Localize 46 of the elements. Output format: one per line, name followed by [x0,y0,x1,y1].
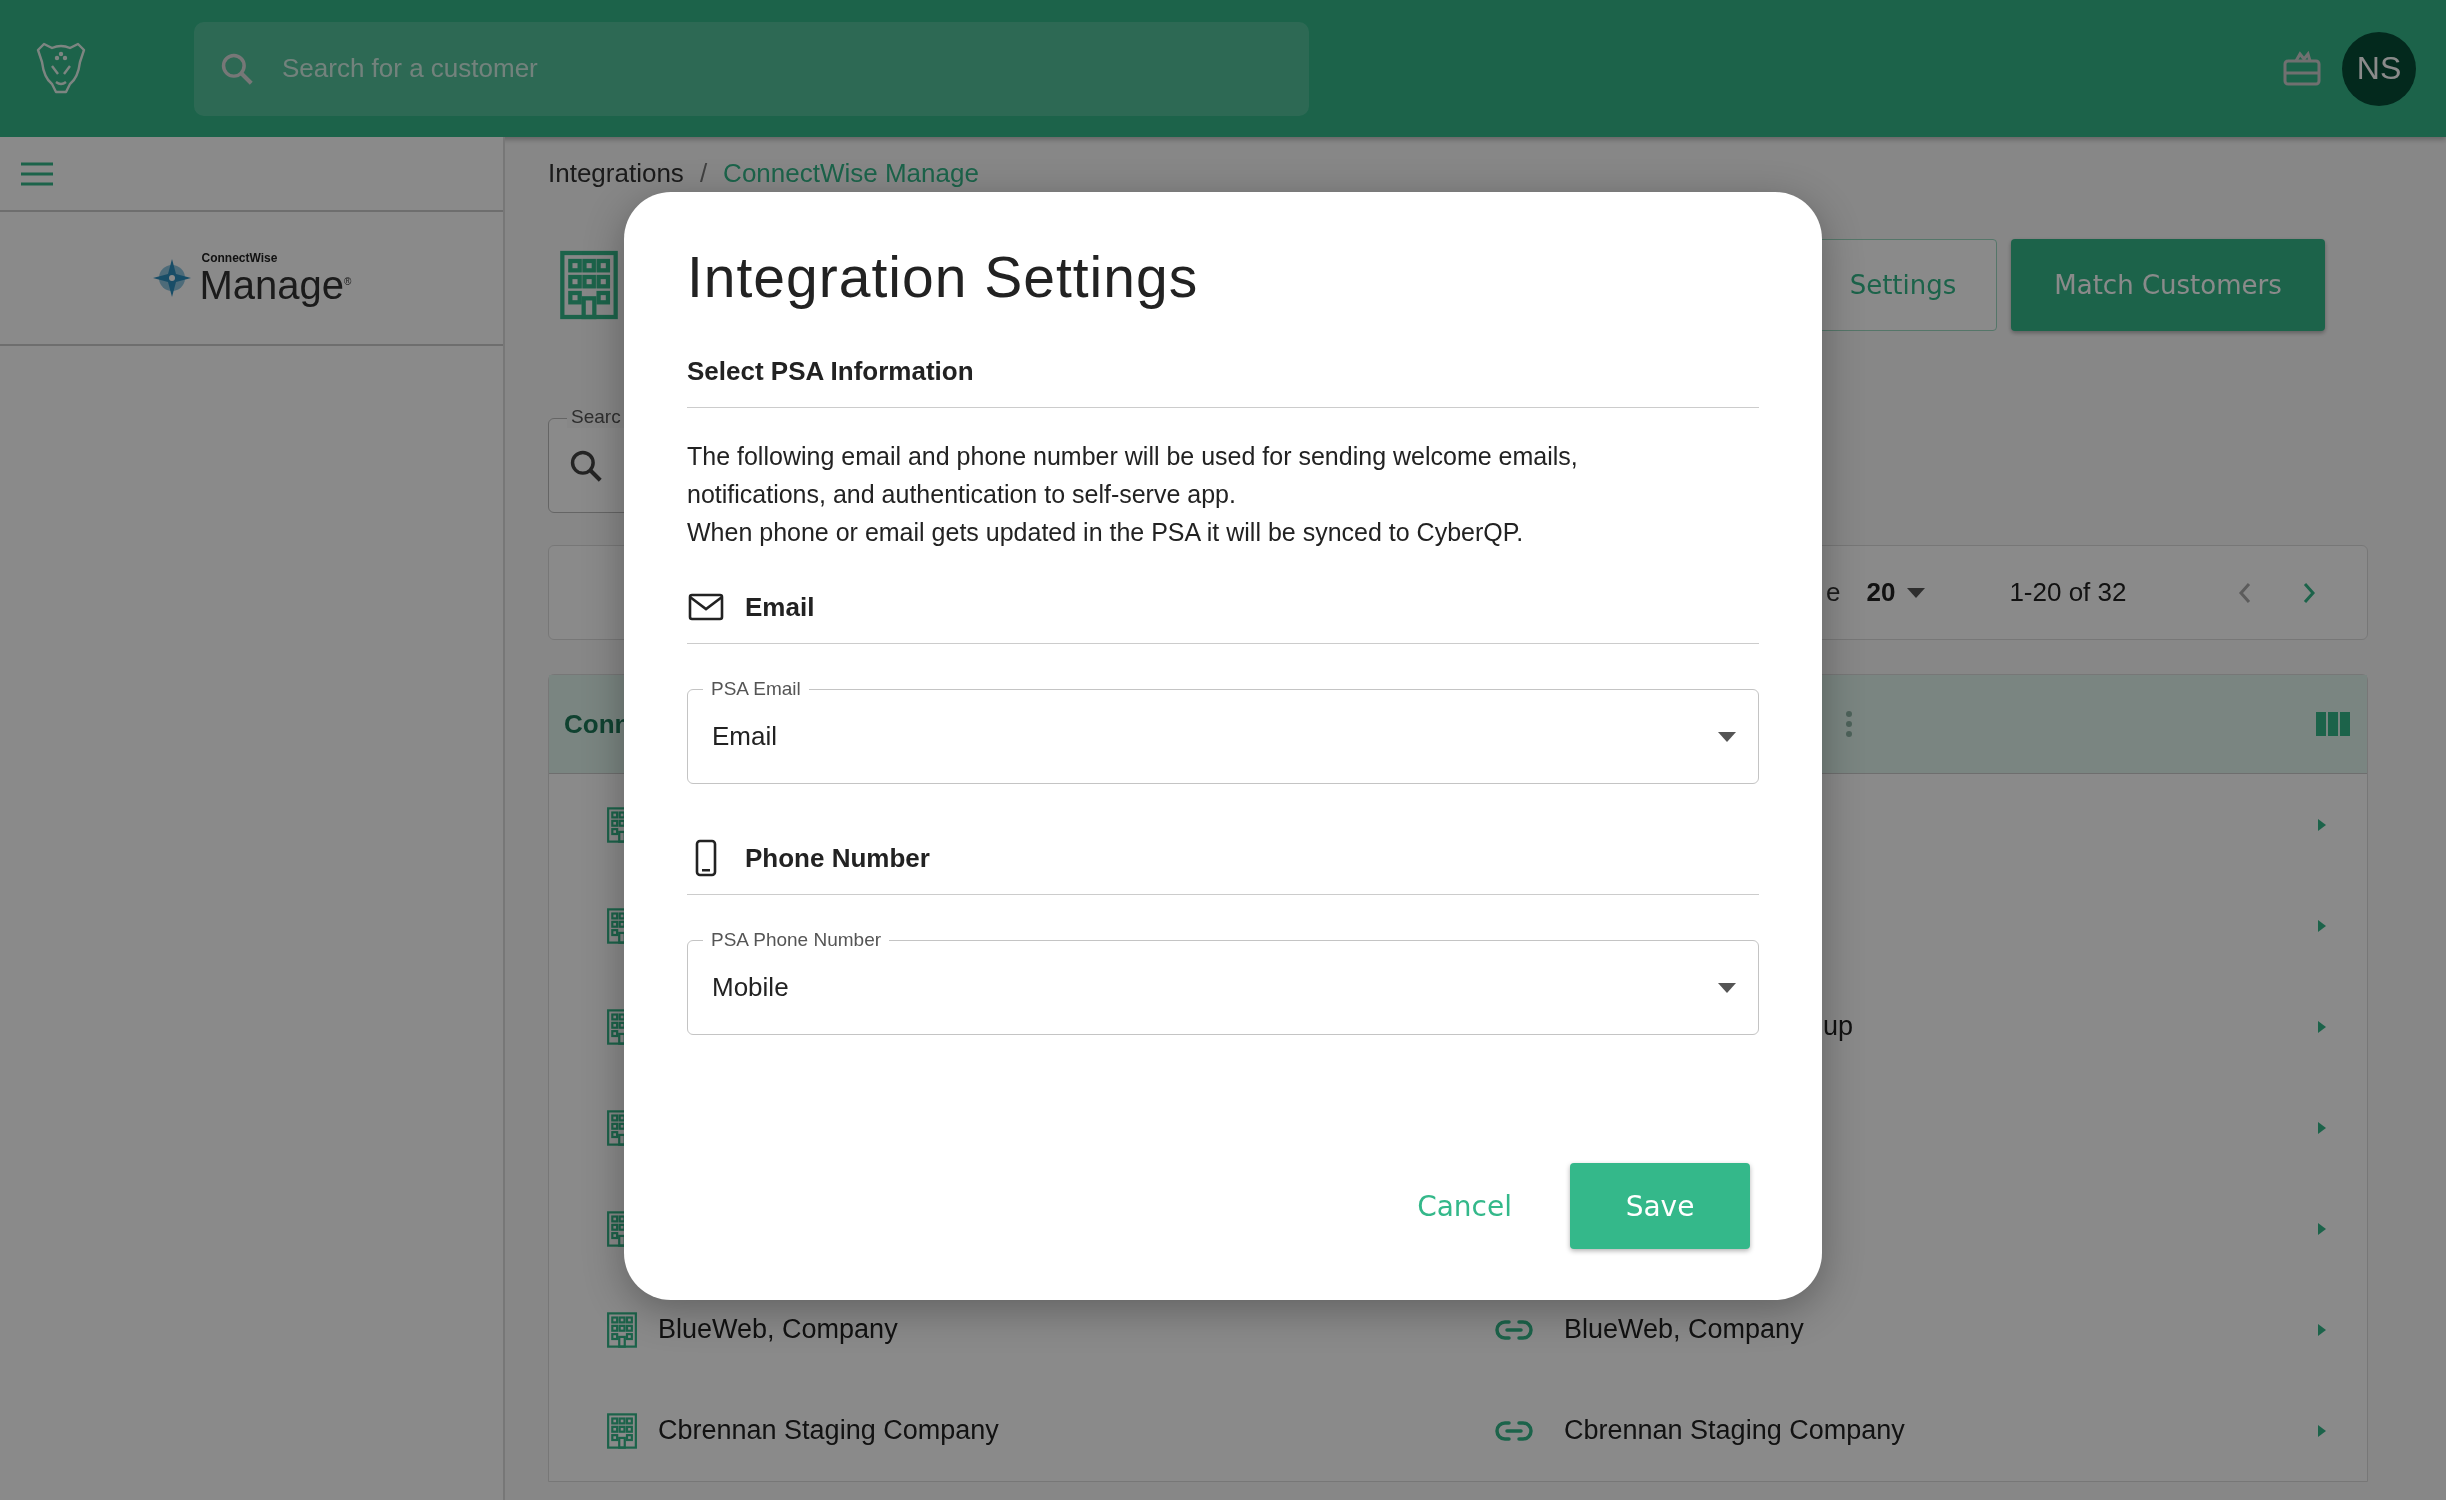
page-size-dropdown[interactable]: 20 [1866,577,1926,608]
columns-icon[interactable] [2316,710,2350,738]
brand-name: ConnectWise [201,251,279,265]
expand-icon[interactable] [2317,1120,2327,1135]
expand-icon[interactable] [2317,918,2327,933]
page-size-label: e [1826,577,1841,608]
matched-company-name: Cbrennan Staging Company [1564,1415,1906,1446]
building-icon [605,1109,624,1146]
building-icon [557,250,621,320]
breadcrumb-item[interactable]: Integrations [548,158,684,189]
building-icon [605,1008,624,1045]
section-heading: Phone Number [745,842,930,874]
expand-icon[interactable] [2317,817,2327,832]
user-avatar[interactable]: NS [2342,31,2416,106]
building-icon [605,806,624,843]
link-icon [1495,1419,1533,1442]
description-text: When phone or email gets updated in the PSA it will be synced to CyberQP. [687,517,1525,548]
breadcrumb-separator: / [699,158,708,189]
company-name: Cbrennan Staging Company [658,1415,1000,1446]
matched-company-name: BlueWeb, Company [1564,1314,1805,1345]
description-text: The following email and phone number will be used for sending welcome emails, notifications, and authentication to self-serve app. [687,441,1579,510]
dropdown-caret-icon [1718,731,1736,742]
menu-icon[interactable] [20,160,54,187]
dialog-title: Integration Settings [687,244,1200,311]
gift-icon[interactable] [2282,50,2322,87]
expand-icon[interactable] [2317,1221,2327,1236]
building-icon [605,1412,639,1449]
page-range: 1-20 of 32 [2009,577,2127,608]
product-name: Manage$^{®}$ [199,265,352,305]
building-icon [605,1210,624,1247]
building-icon [605,1311,639,1348]
dropdown-caret-icon [1718,982,1736,993]
cancel-button[interactable]: Cancel [1395,1163,1534,1249]
expand-icon[interactable] [2317,1423,2327,1438]
section-heading: Email [745,591,815,623]
search-input[interactable]: Search for a customer [280,52,1184,85]
link-icon [1495,1318,1533,1341]
column-menu-icon[interactable] [1845,710,1853,738]
save-button[interactable]: Save [1570,1163,1750,1249]
building-icon [605,907,624,944]
dropdown-caret-icon [1907,587,1926,598]
section-title: Select PSA Information [687,351,1759,408]
matched-company-name: up [1823,1011,1855,1042]
expand-icon[interactable] [2317,1322,2327,1337]
company-name: BlueWeb, Company [658,1314,899,1345]
expand-icon[interactable] [2317,1019,2327,1034]
